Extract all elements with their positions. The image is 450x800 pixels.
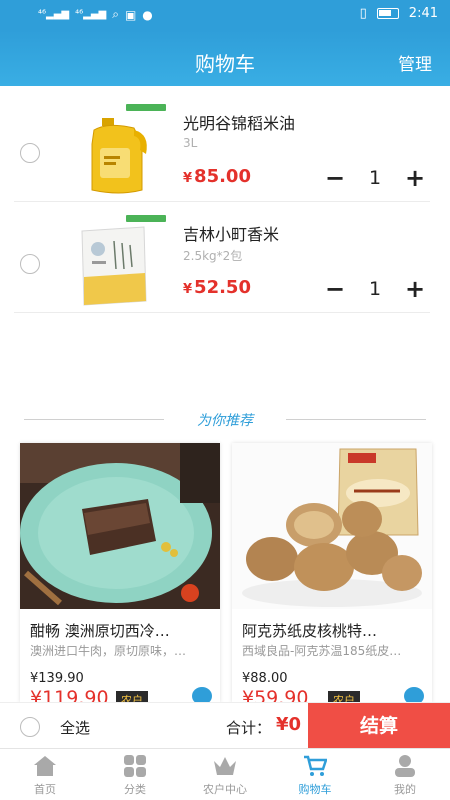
select-all-label[interactable]: 全选 [60, 717, 90, 738]
tab-label: 分类 [124, 783, 146, 796]
manage-button[interactable]: 管理 [398, 50, 432, 75]
add-to-cart-icon[interactable] [192, 687, 212, 703]
item-spec: 2.5kg*2包 [183, 249, 243, 263]
product-image-rice[interactable] [80, 215, 166, 307]
search-icon: ⌕ [112, 7, 119, 21]
category-icon [123, 755, 147, 777]
tab-cart[interactable]: 购物车 [270, 749, 360, 800]
tab-label: 农户中心 [203, 783, 247, 796]
signal-icon-2: ⁴⁶▂▄▆ [75, 9, 107, 20]
item-name[interactable]: 光明谷锦稻米油 [183, 110, 295, 134]
product-desc: 澳洲进口牛肉，原切原味，… [30, 644, 187, 658]
tab-farmer-center[interactable]: 农户中心 [180, 749, 270, 800]
tab-category[interactable]: 分类 [90, 749, 180, 800]
checkout-button[interactable]: 结算 [308, 703, 450, 749]
app-icon: ▣ [124, 7, 137, 22]
cart-item: 吉林小町香米 2.5kg*2包 ¥52.50 − 1 + [0, 207, 450, 319]
recommend-header: 为你推荐 [0, 408, 450, 432]
quantity-value: 1 [368, 278, 382, 300]
product-name[interactable]: 阿克苏纸皮核桃特… [242, 620, 424, 641]
checkout-bar: 全选 合计： ¥0 结算 [0, 702, 450, 749]
item-name[interactable]: 吉林小町香米 [183, 221, 279, 245]
page-title: 购物车 [195, 52, 255, 76]
message-icon: ● [142, 7, 153, 22]
tab-bar: 首页 分类 农户中心 购物车 我的 [0, 748, 450, 800]
tab-label: 首页 [34, 783, 56, 796]
status-bar: ⁴⁶▂▄▆ ⁴⁶▂▄▆ ⌕ ▣ ● ▯ 2:41 [0, 0, 450, 30]
decrease-button[interactable]: − [325, 164, 345, 192]
divider [14, 201, 430, 202]
battery-icon [376, 8, 399, 19]
divider [14, 312, 430, 313]
total-value: ¥0 [276, 714, 302, 735]
product-price: ¥88.00 [242, 671, 288, 686]
product-desc: 西域良品-阿克苏温185纸皮… [242, 644, 402, 658]
item-price: ¥85.00 [183, 166, 251, 187]
tab-label: 我的 [394, 783, 416, 796]
quantity-value: 1 [368, 167, 382, 189]
clock: 2:41 [408, 6, 438, 21]
product-price: ¥139.90 [30, 671, 84, 686]
currency-symbol: ¥ [183, 171, 193, 186]
item-spec: 3L [183, 136, 198, 150]
product-sale-price: ¥119.90 [30, 687, 109, 703]
app-bar: 购物车 管理 [0, 30, 450, 86]
item-select-radio[interactable] [20, 143, 40, 163]
currency-symbol: ¥ [183, 282, 193, 297]
select-all-radio[interactable] [20, 717, 40, 737]
cart-item: 光明谷锦稻米油 3L ¥85.00 − 1 + [0, 96, 450, 208]
crown-icon [213, 755, 237, 777]
tab-home[interactable]: 首页 [0, 749, 90, 800]
item-price: ¥52.50 [183, 277, 251, 298]
quantity-stepper: − 1 + [325, 164, 425, 192]
increase-button[interactable]: + [405, 275, 425, 303]
product-sale-price: ¥59.90 [242, 687, 309, 703]
tab-mine[interactable]: 我的 [360, 749, 450, 800]
signal-icon: ⁴⁶▂▄▆ [38, 9, 70, 20]
increase-button[interactable]: + [405, 164, 425, 192]
price-value: 52.50 [194, 277, 251, 298]
item-select-radio[interactable] [20, 254, 40, 274]
decrease-button[interactable]: − [325, 275, 345, 303]
divider-right [286, 419, 426, 420]
user-icon [393, 755, 417, 777]
product-name[interactable]: 酣畅 澳洲原切西冷… [30, 620, 212, 641]
divider-left [24, 419, 164, 420]
product-image-steak[interactable] [20, 443, 220, 609]
total-label: 合计： [226, 719, 272, 737]
product-image-walnut[interactable] [232, 443, 432, 609]
price-value: 85.00 [194, 166, 251, 187]
cart-icon [303, 755, 328, 777]
product-card[interactable]: 酣畅 澳洲原切西冷… 澳洲进口牛肉，原切原味，… ¥139.90 ¥119.90… [20, 443, 220, 703]
recommend-title: 为你推荐 [197, 413, 253, 429]
home-icon [33, 755, 57, 777]
quantity-stepper: − 1 + [325, 275, 425, 303]
product-image-oil[interactable] [80, 104, 166, 196]
tab-label: 购物车 [298, 783, 332, 796]
vibrate-icon: ▯ [359, 6, 367, 21]
product-card[interactable]: 阿克苏纸皮核桃特… 西域良品-阿克苏温185纸皮… ¥88.00 ¥59.90 … [232, 443, 432, 703]
add-to-cart-icon[interactable] [404, 687, 424, 703]
